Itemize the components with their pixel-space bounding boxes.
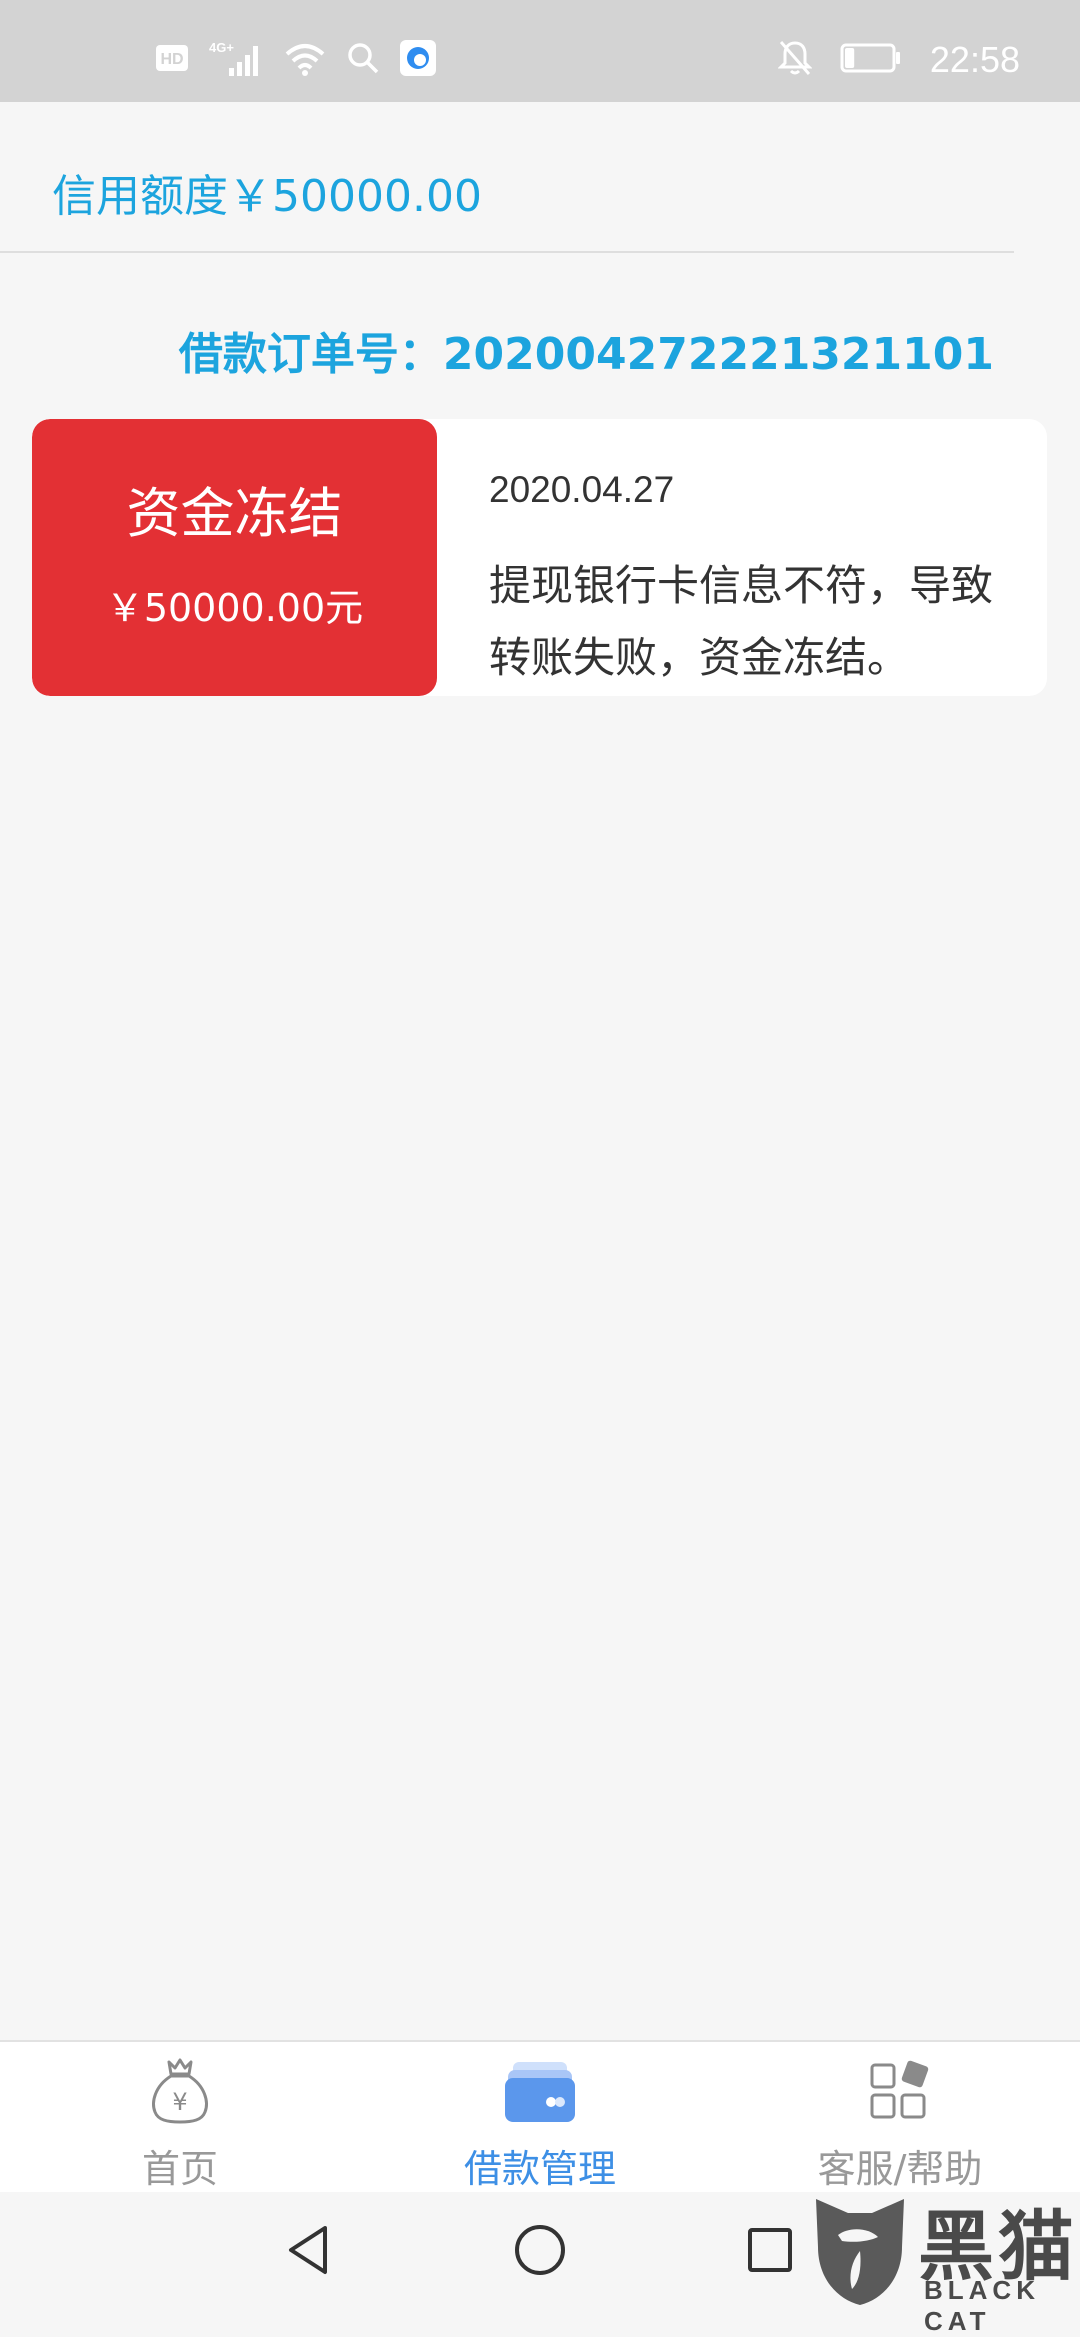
recent-apps-icon[interactable] (740, 2220, 800, 2280)
nav-item-service-help[interactable]: 客服/帮助 (720, 2042, 1080, 2192)
cat-logo-icon (816, 2199, 904, 2305)
loan-amount: ￥50000.00元 (105, 586, 364, 630)
loan-description: 提现银行卡信息不符，导致转账失败，资金冻结。 (489, 561, 994, 682)
back-icon[interactable] (278, 2220, 338, 2280)
hd-label: HD (160, 51, 183, 68)
divider (0, 251, 1014, 253)
search-icon (345, 40, 381, 80)
svg-text:¥: ¥ (172, 2088, 187, 2116)
app-notification-icon (399, 39, 437, 81)
mute-icon (777, 39, 813, 81)
nav-item-loan-management[interactable]: 借款管理 (360, 2042, 720, 2192)
money-bag-icon: ¥ (0, 2054, 360, 2128)
status-icons-left: HD 4G+ (155, 38, 437, 82)
loan-date: 2020.04.27 (489, 469, 675, 510)
order-number: 借款订单号：202004272221321101 (178, 329, 994, 380)
battery-icon (840, 43, 902, 77)
network-label: 4G+ (209, 40, 234, 55)
battery-fill (844, 48, 855, 68)
credit-limit: 信用额度￥50000.00 (52, 171, 482, 222)
loan-status: 资金冻结 (126, 482, 343, 545)
watermark-subtitle: BLACK CAT (924, 2275, 1040, 2336)
signal-icon: 4G+ (207, 38, 265, 82)
nav-label-loan-management: 借款管理 (463, 2147, 616, 2191)
nav-label-home: 首页 (141, 2147, 218, 2191)
nav-item-home[interactable]: ¥ 首页 (0, 2042, 360, 2192)
cards-icon (360, 2054, 720, 2128)
watermark: 黑猫 BLACK CAT (800, 2185, 1080, 2336)
bottom-nav: ¥ 首页 借款管理 客服/帮助 (0, 2040, 1080, 2192)
home-icon[interactable] (510, 2220, 570, 2280)
grid-icon (720, 2054, 1080, 2128)
wifi-icon (283, 38, 327, 82)
status-icons-right: 22:58 (777, 38, 1020, 82)
loan-status-panel: 资金冻结 ￥50000.00元 (32, 419, 437, 696)
status-bar: HD 4G+ 22:58 (0, 0, 1080, 102)
hd-icon: HD (155, 43, 189, 77)
loan-card[interactable]: 资金冻结 ￥50000.00元 2020.04.27 提现银行卡信息不符，导致转… (32, 419, 1047, 696)
status-time: 22:58 (929, 39, 1020, 80)
